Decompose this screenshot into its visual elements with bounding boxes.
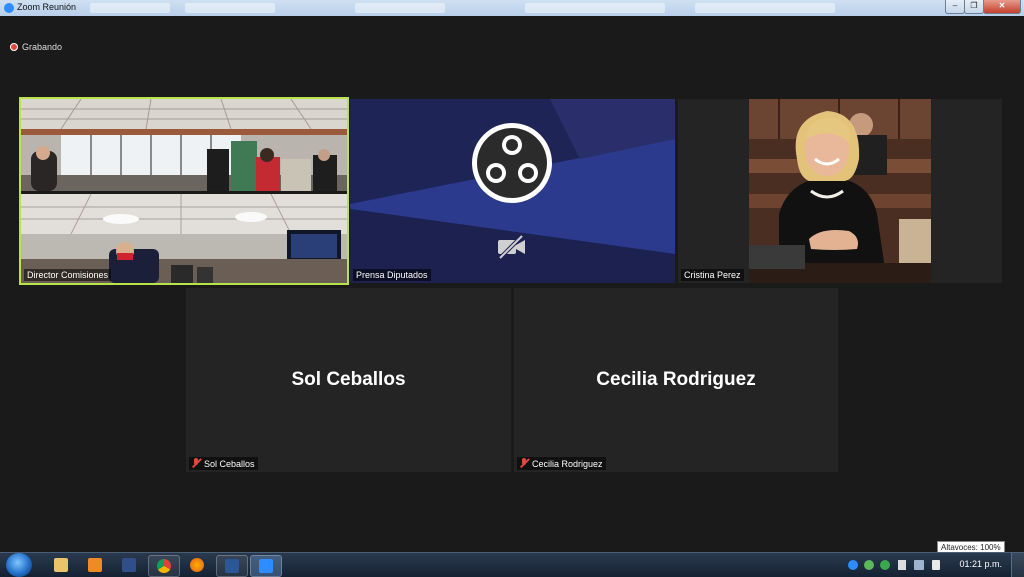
- media-player-icon: [88, 558, 102, 572]
- background-tab: [695, 3, 835, 13]
- start-button[interactable]: [6, 553, 32, 577]
- taskbar-media-player[interactable]: [80, 555, 110, 575]
- taskbar-explorer[interactable]: [46, 555, 76, 575]
- taskbar: 01:21 p.m.: [0, 552, 1024, 577]
- taskbar-chrome[interactable]: [148, 555, 180, 577]
- participant-name: Prensa Diputados: [353, 269, 431, 281]
- mic-muted-icon: [520, 458, 529, 468]
- recording-indicator: Grabando: [10, 42, 62, 52]
- clock[interactable]: 01:21 p.m.: [959, 559, 1002, 569]
- minimize-button[interactable]: –: [945, 0, 965, 14]
- network-icon[interactable]: [914, 560, 924, 570]
- flag-icon[interactable]: [898, 560, 906, 570]
- video-feed: [21, 99, 347, 283]
- show-desktop-button[interactable]: [1011, 553, 1024, 577]
- speaker-icon[interactable]: [932, 560, 940, 570]
- obs-logo-icon: [472, 123, 552, 203]
- restore-button[interactable]: ❐: [964, 0, 984, 14]
- taskbar-zoom[interactable]: [250, 555, 282, 577]
- participant-name: Sol Ceballos: [204, 459, 255, 469]
- window-title: Zoom Reunión: [17, 2, 77, 12]
- participant-name: Director Comisiones: [24, 269, 112, 281]
- window-title-bar: Zoom Reunión – ❐ ✕: [0, 0, 1024, 16]
- sync-tray-icon[interactable]: [880, 560, 890, 570]
- taskbar-word[interactable]: [216, 555, 248, 577]
- video-tile-prensa-diputados[interactable]: Prensa Diputados: [350, 99, 675, 283]
- participant-name: Cristina Perez: [681, 269, 744, 281]
- recording-icon: [10, 43, 18, 51]
- recording-label: Grabando: [22, 42, 63, 52]
- participant-display-name: Cecilia Rodriguez: [596, 369, 756, 390]
- meeting-gallery: Grabando Director Comisiones Prensa Dipu…: [0, 16, 1024, 552]
- folder-icon: [54, 558, 68, 572]
- zoom-icon: [259, 559, 273, 573]
- video-feed: [749, 99, 931, 283]
- background-tab: [355, 3, 445, 13]
- mic-muted-icon: [192, 458, 201, 468]
- chrome-icon: [157, 559, 171, 573]
- participant-name-label: Cecilia Rodriguez: [517, 457, 606, 470]
- zoom-tray-icon[interactable]: [848, 560, 858, 570]
- app-icon: [122, 558, 136, 572]
- video-tile-cristina-perez[interactable]: Cristina Perez: [678, 99, 1002, 283]
- word-icon: [225, 559, 239, 573]
- video-tile-director-comisiones[interactable]: Director Comisiones: [21, 99, 347, 283]
- video-tile-sol-ceballos[interactable]: Sol Ceballos Sol Ceballos: [186, 288, 511, 472]
- taskbar-app[interactable]: [114, 555, 144, 575]
- network-tray-icon[interactable]: [864, 560, 874, 570]
- participant-display-name: Sol Ceballos: [291, 369, 406, 390]
- background-tab: [90, 3, 170, 13]
- video-tile-cecilia-rodriguez[interactable]: Cecilia Rodriguez Cecilia Rodriguez: [514, 288, 838, 472]
- firefox-icon: [190, 558, 204, 572]
- participant-name: Cecilia Rodriguez: [532, 459, 603, 469]
- video-off-icon: [498, 234, 525, 260]
- background-tab: [185, 3, 275, 13]
- close-button[interactable]: ✕: [983, 0, 1021, 14]
- participant-name-label: Sol Ceballos: [189, 457, 258, 470]
- zoom-app-icon: [4, 3, 14, 13]
- background-tab: [525, 3, 665, 13]
- taskbar-firefox[interactable]: [182, 555, 212, 575]
